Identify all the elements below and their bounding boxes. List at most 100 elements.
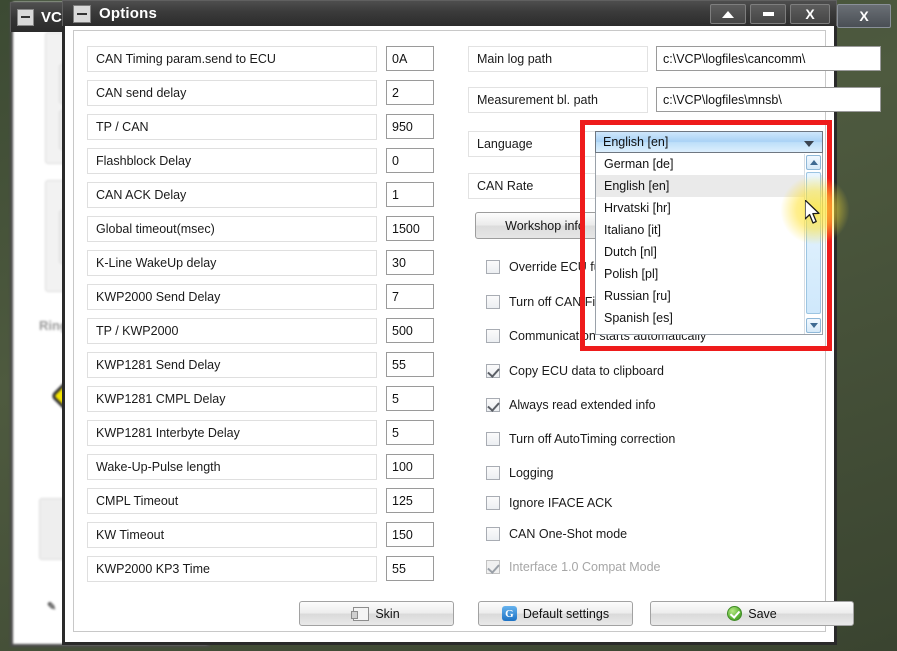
- dropdown-option-italiano[interactable]: Italiano [it]: [596, 219, 822, 241]
- checkbox-label: CAN One-Shot mode: [509, 527, 627, 541]
- refresh-icon: G: [502, 606, 517, 621]
- check-circle-icon: [727, 606, 742, 621]
- dropdown-option-german[interactable]: German [de]: [596, 153, 822, 175]
- save-button[interactable]: Save: [650, 601, 854, 626]
- setting-value-input[interactable]: 150: [386, 522, 434, 547]
- setting-row-label: KW Timeout: [87, 522, 377, 548]
- checkbox-ignore-iface-ack[interactable]: Ignore IFACE ACK: [486, 494, 613, 512]
- checkbox-box-icon[interactable]: [486, 398, 500, 412]
- setting-row-label: Global timeout(msec): [87, 216, 377, 242]
- window-menu-icon[interactable]: [73, 5, 91, 23]
- dropdown-option-russian[interactable]: Russian [ru]: [596, 285, 822, 307]
- setting-row-label: TP / KWP2000: [87, 318, 377, 344]
- language-dropdown[interactable]: English [en] German [de] English [en] Hr…: [595, 131, 823, 335]
- setting-value-input[interactable]: 125: [386, 488, 434, 513]
- setting-value-input[interactable]: 0A: [386, 46, 434, 71]
- checkbox-label: Logging: [509, 466, 554, 480]
- scroll-down-button[interactable]: [806, 318, 821, 333]
- setting-value-input[interactable]: 55: [386, 352, 434, 377]
- checkbox-box-icon: [486, 560, 500, 574]
- path-row-label-measurement: Measurement bl. path: [468, 87, 648, 113]
- background-window-close-button[interactable]: X: [837, 4, 891, 28]
- setting-value-input[interactable]: 1: [386, 182, 434, 207]
- setting-value-input[interactable]: 5: [386, 386, 434, 411]
- checkbox-label: Copy ECU data to clipboard: [509, 364, 664, 378]
- setting-value-input[interactable]: 500: [386, 318, 434, 343]
- checkbox-label: Turn off AutoTiming correction: [509, 432, 675, 446]
- checkbox-box-icon[interactable]: [486, 260, 500, 274]
- caret-down-icon: [810, 323, 818, 328]
- scroll-up-button[interactable]: [806, 155, 821, 170]
- setting-value-input[interactable]: 55: [386, 556, 434, 581]
- dropdown-option-english[interactable]: English [en]: [596, 175, 822, 197]
- default-settings-button[interactable]: G Default settings: [478, 601, 633, 626]
- checkbox-interface-compat-mode: Interface 1.0 Compat Mode: [486, 558, 660, 576]
- setting-row-label: KWP1281 Interbyte Delay: [87, 420, 377, 446]
- setting-row-label: K-Line WakeUp delay: [87, 250, 377, 276]
- setting-row-label: KWP1281 Send Delay: [87, 352, 377, 378]
- checkbox-label: Interface 1.0 Compat Mode: [509, 560, 660, 574]
- setting-value-input[interactable]: 0: [386, 148, 434, 173]
- setting-value-input[interactable]: 5: [386, 420, 434, 445]
- setting-row-label: CAN Timing param.send to ECU: [87, 46, 377, 72]
- setting-row-label: CMPL Timeout: [87, 488, 377, 514]
- options-titlebar[interactable]: Options X: [62, 0, 837, 26]
- skin-button-label: Skin: [375, 607, 399, 621]
- setting-value-input[interactable]: 100: [386, 454, 434, 479]
- save-button-label: Save: [748, 607, 777, 621]
- setting-row-label: Flashblock Delay: [87, 148, 377, 174]
- dropdown-option-hrvatski[interactable]: Hrvatski [hr]: [596, 197, 822, 219]
- screen-root: ECUs Additi Ringh ✎ VCP X CAN Timing par…: [0, 0, 897, 651]
- setting-row-label: CAN send delay: [87, 80, 377, 106]
- setting-value-input[interactable]: 950: [386, 114, 434, 139]
- setting-value-input[interactable]: 2: [386, 80, 434, 105]
- checkbox-box-icon[interactable]: [486, 432, 500, 446]
- setting-value-input[interactable]: 7: [386, 284, 434, 309]
- restore-icon: [722, 11, 734, 18]
- checkbox-box-icon[interactable]: [486, 329, 500, 343]
- setting-value-input[interactable]: 1500: [386, 216, 434, 241]
- checkbox-label: Ignore IFACE ACK: [509, 496, 613, 510]
- minimize-button[interactable]: [750, 4, 786, 24]
- dropdown-option-dutch[interactable]: Dutch [nl]: [596, 241, 822, 263]
- dropdown-option-spanish[interactable]: Spanish [es]: [596, 307, 822, 329]
- setting-row-label: KWP2000 Send Delay: [87, 284, 377, 310]
- window-control-buttons: X: [710, 4, 830, 24]
- restore-button[interactable]: [710, 4, 746, 24]
- language-dropdown-selected[interactable]: English [en]: [595, 131, 823, 153]
- checkbox-box-icon[interactable]: [486, 364, 500, 378]
- dropdown-scrollbar[interactable]: [804, 154, 821, 334]
- checkbox-box-icon[interactable]: [486, 527, 500, 541]
- dropdown-option-polish[interactable]: Polish [pl]: [596, 263, 822, 285]
- minimize-icon: [763, 12, 774, 16]
- path-row-label-main-log: Main log path: [468, 46, 648, 72]
- workshop-info-button[interactable]: Workshop info: [475, 212, 615, 239]
- checkbox-always-read-extended-info[interactable]: Always read extended info: [486, 396, 656, 414]
- checkbox-turn-off-autotiming-correction[interactable]: Turn off AutoTiming correction: [486, 430, 675, 448]
- checkbox-logging[interactable]: Logging: [486, 464, 554, 482]
- checkbox-box-icon[interactable]: [486, 496, 500, 510]
- scrollbar-thumb[interactable]: [806, 172, 821, 314]
- checkbox-turn-off-can-filter[interactable]: Turn off CAN Filter: [486, 293, 613, 311]
- language-dropdown-list[interactable]: German [de] English [en] Hrvatski [hr] I…: [595, 153, 823, 335]
- setting-value-input[interactable]: 30: [386, 250, 434, 275]
- measurement-path-input[interactable]: c:\VCP\logfiles\mnsb\: [656, 87, 881, 112]
- chevron-down-icon[interactable]: [804, 141, 814, 147]
- close-button[interactable]: X: [790, 4, 830, 24]
- setting-row-label: TP / CAN: [87, 114, 377, 140]
- setting-row-label: CAN ACK Delay: [87, 182, 377, 208]
- options-window-title: Options: [99, 5, 157, 22]
- skin-button[interactable]: Skin: [299, 601, 454, 626]
- checkbox-can-one-shot-mode[interactable]: CAN One-Shot mode: [486, 525, 627, 543]
- caret-up-icon: [810, 160, 818, 165]
- setting-row-label: Wake-Up-Pulse length: [87, 454, 377, 480]
- main-log-path-input[interactable]: c:\VCP\logfiles\cancomm\: [656, 46, 881, 71]
- checkbox-box-icon[interactable]: [486, 466, 500, 480]
- setting-row-label: KWP2000 KP3 Time: [87, 556, 377, 582]
- default-settings-button-label: Default settings: [523, 607, 609, 621]
- checkbox-label: Always read extended info: [509, 398, 656, 412]
- checkbox-box-icon[interactable]: [486, 295, 500, 309]
- setting-row-label: KWP1281 CMPL Delay: [87, 386, 377, 412]
- checkbox-copy-ecu-data-to-clipboard[interactable]: Copy ECU data to clipboard: [486, 362, 664, 380]
- window-menu-icon[interactable]: [17, 9, 34, 26]
